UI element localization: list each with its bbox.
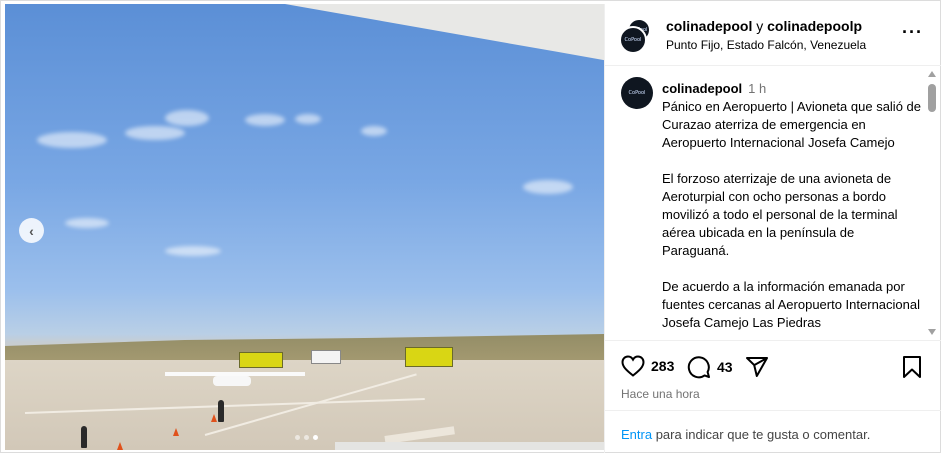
scroll-down-icon[interactable] [928, 329, 936, 335]
cloud [361, 126, 387, 136]
traffic-cone [211, 414, 217, 422]
author-link[interactable]: colinadepoolp [767, 18, 862, 34]
scroll-thumb[interactable] [928, 84, 936, 112]
plane-body [213, 376, 251, 386]
collab-avatars[interactable]: CoPool CoPool [619, 18, 655, 54]
post-authors: colinadepool y colinadepoolp [666, 18, 862, 34]
cloud [37, 132, 107, 148]
service-vehicle [311, 350, 341, 364]
avatar: CoPool [619, 26, 647, 54]
post-timestamp: Hace una hora [621, 387, 700, 401]
caption-scrollbar[interactable] [925, 67, 939, 339]
carousel-dot [295, 435, 300, 440]
caption-paragraph: El forzoso aterrizaje de una avioneta de… [662, 171, 898, 258]
chevron-left-icon: ‹ [29, 222, 34, 239]
cloud [65, 218, 109, 228]
previous-photo-button[interactable]: ‹ [19, 218, 44, 243]
post-actions: 283 43 Hace una hora [605, 340, 941, 410]
caption-paragraph: Pánico en Aeropuerto | Avioneta que sali… [662, 99, 921, 150]
author-link[interactable]: colinadepool [666, 18, 752, 34]
caption: colinadepool 1 h Pánico en Aeropuerto | A… [662, 80, 922, 332]
post-header: CoPool CoPool colinadepool y colinadepoo… [605, 4, 941, 66]
person [81, 426, 87, 448]
caption-area[interactable]: CoPool colinadepool 1 h Pánico en Aeropue… [605, 67, 941, 339]
cloud [165, 110, 209, 126]
cloud [165, 246, 221, 256]
caption-username[interactable]: colinadepool [662, 81, 742, 96]
like-count: 283 [651, 358, 675, 374]
login-prompt: Entra para indicar que te gusta o coment… [605, 410, 941, 453]
more-icon: ··· [902, 22, 923, 42]
heart-icon [621, 355, 645, 377]
bookmark-icon [903, 356, 921, 378]
caption-time: 1 h [748, 81, 767, 96]
cloud [125, 126, 185, 140]
wing-edge [285, 4, 604, 62]
carousel-dot-active [313, 435, 318, 440]
post-photo[interactable]: ‹ [5, 4, 604, 450]
avatar[interactable]: CoPool [621, 77, 653, 109]
location-link[interactable]: Punto Fijo, Estado Falcón, Venezuela [666, 38, 866, 52]
comment-button[interactable]: 43 [687, 355, 733, 379]
person [218, 400, 224, 422]
save-button[interactable] [902, 355, 922, 384]
like-button[interactable]: 283 [621, 355, 674, 377]
more-options-button[interactable]: ··· [902, 22, 923, 43]
carousel-dot [304, 435, 309, 440]
comment-icon [687, 356, 710, 379]
login-link[interactable]: Entra [621, 427, 652, 442]
fire-truck [405, 347, 453, 367]
comment-count: 43 [717, 359, 733, 375]
cloud [523, 180, 573, 194]
author-joiner: y [752, 18, 768, 34]
wing-edge-bottom [335, 442, 604, 450]
login-prompt-text: para indicar que te gusta o comentar. [652, 427, 871, 442]
fire-truck [239, 352, 283, 368]
traffic-cone [117, 442, 123, 450]
carousel-indicator [295, 435, 318, 440]
cloud [295, 114, 321, 124]
share-icon [746, 357, 768, 377]
caption-paragraph: De acuerdo a la información emanada por … [662, 279, 921, 330]
traffic-cone [173, 428, 179, 436]
post-side-panel: CoPool CoPool colinadepool y colinadepoo… [604, 4, 941, 453]
scroll-up-icon[interactable] [928, 71, 936, 77]
share-button[interactable] [745, 355, 769, 379]
post-window: ‹ CoPool CoPool colinadepool y colinadep… [0, 0, 941, 453]
cloud [245, 114, 285, 126]
